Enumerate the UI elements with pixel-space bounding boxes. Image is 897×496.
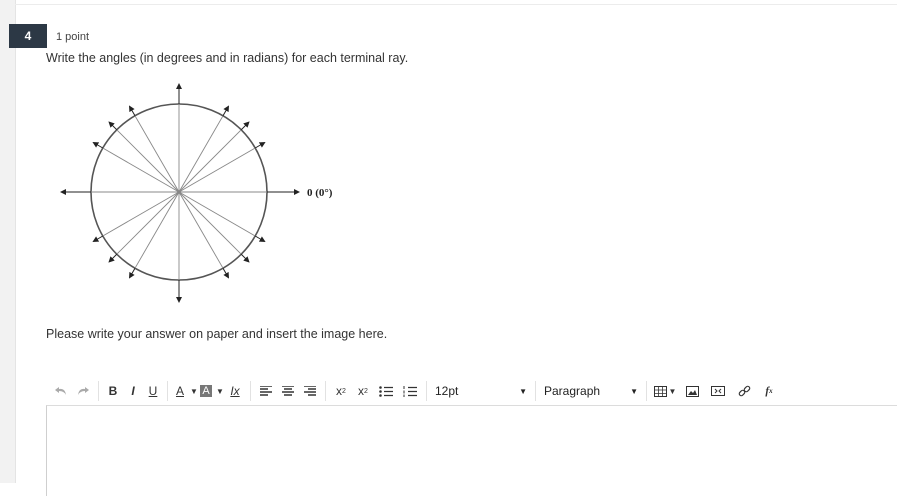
insert-image-icon[interactable] (679, 380, 705, 402)
font-size-select[interactable]: 12pt ▼ (431, 380, 531, 402)
toolbar-divider (98, 381, 99, 401)
undo-icon[interactable] (50, 380, 72, 402)
highlight-glyph: A (200, 385, 212, 397)
toolbar-divider (167, 381, 168, 401)
table-icon[interactable]: ▼ (651, 380, 679, 402)
align-right-icon[interactable] (299, 380, 321, 402)
block-format-select[interactable]: Paragraph ▼ (540, 380, 642, 402)
unit-circle-figure: 0 (0°) (60, 83, 333, 303)
toolbar-divider (325, 381, 326, 401)
question-points: 1 point (56, 31, 90, 43)
insert-media-icon[interactable] (705, 380, 731, 402)
align-left-icon[interactable] (255, 380, 277, 402)
superscript-button[interactable]: x2 (330, 380, 352, 402)
chevron-down-icon: ▼ (519, 386, 527, 396)
toolbar-divider (646, 381, 647, 401)
italic-button[interactable]: I (123, 380, 143, 402)
editor-toolbar: B I U A ▼ A ▼ Ix x2 x2 12pt ▼ Paragraph … (46, 377, 897, 406)
bullet-list-icon[interactable] (374, 380, 398, 402)
formula-icon[interactable]: fx (757, 380, 781, 402)
subscript-button[interactable]: x2 (352, 380, 374, 402)
answer-editor[interactable] (46, 405, 897, 496)
clear-format-button[interactable]: Ix (224, 380, 246, 402)
highlight-button[interactable]: A (198, 380, 214, 402)
question-prompt: Write the angles (in degrees and in radi… (46, 51, 409, 65)
highlight-dropdown-icon[interactable]: ▼ (214, 380, 224, 402)
numbered-list-icon[interactable] (398, 380, 422, 402)
text-color-button[interactable]: A (172, 380, 188, 402)
text-color-dropdown-icon[interactable]: ▼ (188, 380, 198, 402)
editor-content (47, 406, 897, 422)
chevron-down-icon: ▼ (630, 386, 638, 396)
bold-button[interactable]: B (103, 380, 123, 402)
font-size-value: 12pt (435, 384, 459, 398)
toolbar-divider (250, 381, 251, 401)
link-icon[interactable] (731, 380, 757, 402)
toolbar-divider (535, 381, 536, 401)
toolbar-divider (426, 381, 427, 401)
block-format-value: Paragraph (544, 384, 601, 398)
left-rail (0, 0, 16, 483)
zero-angle-label: 0 (0°) (307, 187, 333, 199)
underline-button[interactable]: U (143, 380, 163, 402)
align-center-icon[interactable] (277, 380, 299, 402)
answer-instruction: Please write your answer on paper and in… (46, 327, 388, 341)
redo-icon[interactable] (72, 380, 94, 402)
question-number: 4 (9, 24, 47, 48)
top-divider (15, 4, 897, 5)
